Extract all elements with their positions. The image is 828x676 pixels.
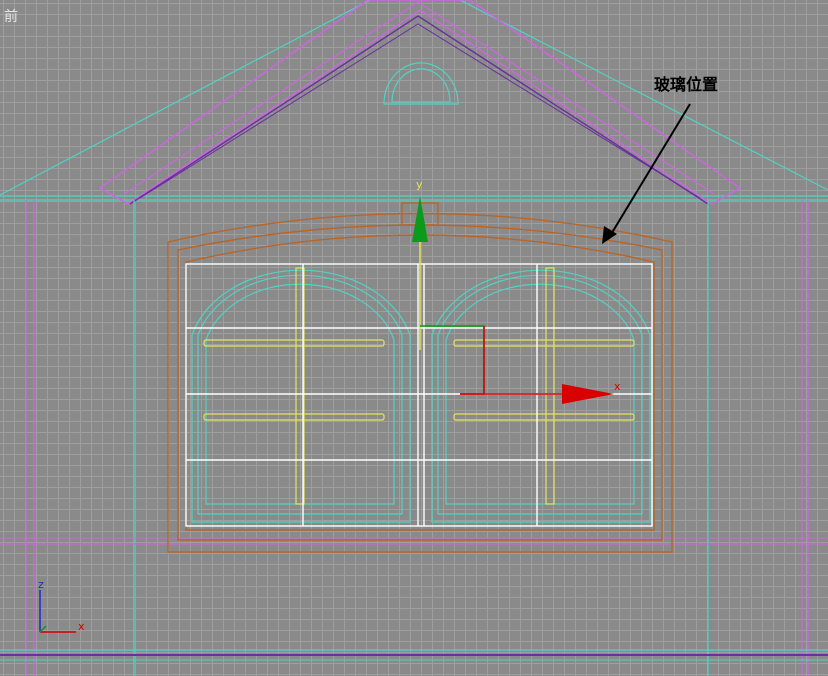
annotation-arrow	[602, 103, 691, 244]
glass-position-callout: 玻璃位置	[654, 75, 719, 94]
roof-outline	[0, 0, 828, 201]
move-gizmo[interactable]: y x	[412, 178, 621, 404]
wall-lines	[0, 200, 828, 676]
scene-wireframe[interactable]: y x z x	[0, 0, 828, 676]
gizmo-y-label: y	[416, 178, 423, 191]
attic-vent	[383, 62, 459, 105]
tripod-x-label: x	[78, 620, 85, 633]
tripod-z-label: z	[38, 578, 44, 591]
gizmo-x-label: x	[614, 380, 621, 393]
axis-tripod: z x	[38, 578, 85, 633]
front-viewport[interactable]: 前 y x z x 玻璃位置	[0, 0, 828, 676]
gizmo-x-arrow[interactable]	[562, 384, 614, 404]
